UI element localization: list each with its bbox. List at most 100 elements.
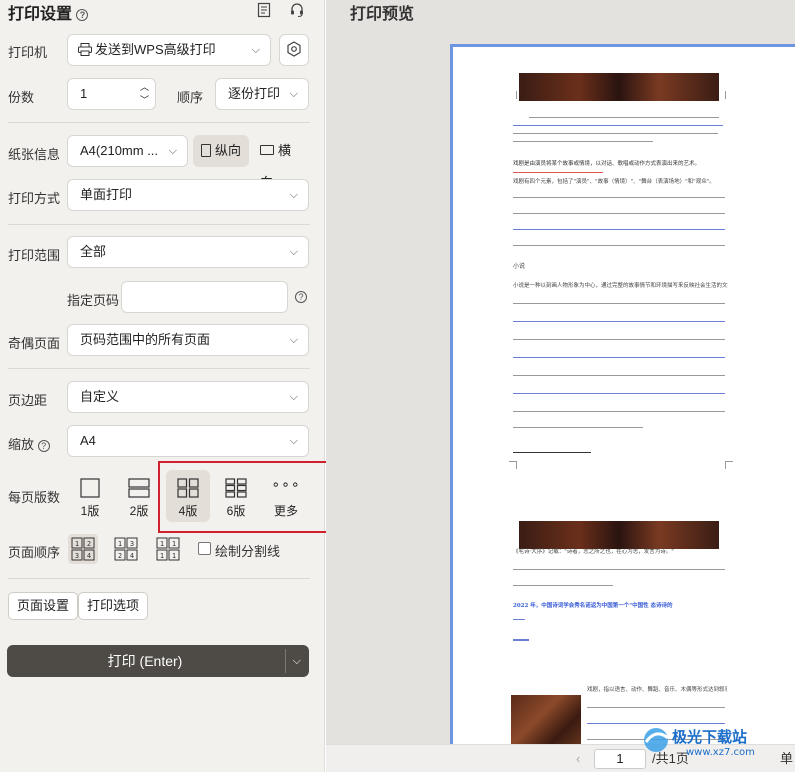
svg-text:极光下载站: 极光下载站: [672, 728, 747, 746]
print-options-button[interactable]: 打印选项: [78, 592, 149, 620]
page-number-value: 1: [616, 751, 624, 766]
print-mode-label: 打印方式: [8, 191, 61, 206]
text-line: [513, 133, 718, 134]
layout-2-option[interactable]: 2版: [117, 470, 161, 522]
text-line: [529, 117, 719, 118]
text-line: [513, 569, 725, 570]
text-line: [513, 213, 725, 214]
divider: [8, 224, 310, 225]
order-label: 顺序: [177, 90, 204, 105]
odd-even-select[interactable]: 页码范围中的所有页面 ⌵: [67, 324, 309, 356]
svg-text:1: 1: [160, 552, 164, 560]
scale-value: A4: [80, 433, 96, 448]
text-line: [513, 229, 725, 230]
doc-paragraph: 《毛诗·大序》记载："诗者，志之所之也，在心为志，发言为诗。": [513, 549, 674, 555]
pages-per-sheet-label: 每页版数: [8, 490, 61, 505]
chevron-down-icon: ⌵: [289, 435, 298, 447]
page-order-repeat-option[interactable]: 1111: [153, 534, 183, 564]
order-horizontal-icon: 1 23 4: [71, 537, 95, 561]
scale-select[interactable]: A4 ⌵: [67, 425, 309, 457]
layout-2-icon: [117, 478, 161, 498]
svg-text:1: 1: [172, 552, 176, 560]
stepper-up-icon[interactable]: ︿: [140, 82, 149, 92]
site-watermark: 极光下载站 www.xz7.com: [640, 718, 790, 758]
draw-divider-label: 绘制分割线: [215, 544, 281, 559]
print-range-select[interactable]: 全部 ⌵: [67, 236, 309, 268]
text-line: [513, 303, 725, 304]
text-line: [513, 375, 725, 376]
doc-paragraph: 戏剧有四个元素，包括了"演员"、"故事（情境）"、"舞台（表演场地）"和"观众"…: [513, 179, 715, 185]
svg-text:1: 1: [75, 540, 79, 548]
copies-stepper[interactable]: 1 ︿ ﹀: [67, 78, 156, 110]
chevron-down-icon: ⌵: [251, 44, 260, 56]
copies-label: 份数: [8, 90, 35, 105]
print-mode-select[interactable]: 单面打印 ⌵: [67, 179, 309, 211]
chevron-down-icon[interactable]: ⌵: [293, 645, 301, 677]
print-button[interactable]: 打印 (Enter) ⌵: [7, 645, 309, 677]
print-button-label: 打印 (Enter): [107, 653, 183, 669]
chevron-down-icon: ⌵: [289, 246, 298, 258]
page-order-horizontal-option[interactable]: 1234: [68, 534, 98, 564]
landscape-button[interactable]: 横向: [252, 135, 310, 190]
text-underline: [513, 172, 603, 173]
svg-text:2: 2: [87, 540, 91, 548]
layout-1-label: 1版: [80, 504, 100, 518]
text-line: [513, 357, 725, 358]
layout-1-option[interactable]: 1版: [68, 470, 112, 522]
help-icon[interactable]: ?: [76, 8, 89, 21]
crop-mark: [725, 461, 733, 469]
doc-paragraph: 戏剧，指以语言、动作、舞蹈、音乐、木偶等形式达到叙事目的的舞台表演艺术的总称。: [587, 687, 727, 693]
printer-icon: [78, 37, 92, 67]
page-number-input[interactable]: 1: [594, 749, 646, 769]
headset-icon[interactable]: [289, 2, 305, 18]
order-select[interactable]: 逐份打印 ⌵: [215, 78, 309, 110]
svg-text:2: 2: [118, 552, 122, 560]
svg-text:3: 3: [130, 540, 134, 548]
text-line: [513, 585, 613, 586]
preview-title: 打印预览: [350, 6, 415, 23]
crop-mark: [509, 461, 517, 469]
margin-label: 页边距: [8, 393, 48, 408]
divider: [8, 122, 310, 123]
chevron-down-icon: ⌵: [289, 88, 298, 100]
printer-label: 打印机: [8, 45, 48, 60]
svg-text:1: 1: [118, 540, 122, 548]
svg-text:1: 1: [160, 540, 164, 548]
landscape-page-icon: [260, 145, 274, 155]
text-line: [513, 197, 725, 198]
printer-properties-button[interactable]: [279, 34, 309, 66]
previous-page-icon[interactable]: ‹: [576, 749, 580, 769]
portrait-button[interactable]: 纵向: [193, 135, 249, 167]
chevron-down-icon: ⌵: [168, 145, 177, 157]
document-icon[interactable]: [256, 2, 272, 18]
svg-text:4: 4: [87, 552, 91, 560]
divider: [8, 578, 310, 579]
layout-2-label: 2版: [129, 504, 149, 518]
print-range-label: 打印范围: [8, 248, 61, 263]
help-icon[interactable]: ?: [295, 291, 307, 303]
document-photo: [511, 695, 581, 744]
text-line: [513, 619, 525, 620]
document-banner-image: [519, 73, 719, 101]
text-line: [513, 393, 725, 394]
text-line: [587, 707, 725, 708]
help-icon[interactable]: ?: [37, 439, 50, 452]
draw-divider-checkbox[interactable]: [198, 542, 211, 555]
svg-text:1: 1: [172, 540, 176, 548]
page-spec-input[interactable]: [121, 281, 288, 313]
margin-select[interactable]: 自定义 ⌵: [67, 381, 309, 413]
page-setup-button[interactable]: 页面设置: [8, 592, 79, 620]
page-order-vertical-option[interactable]: 1324: [111, 534, 141, 564]
printer-select[interactable]: 发送到WPS高级打印 ⌵: [67, 34, 271, 66]
chevron-down-icon: ⌵: [289, 334, 298, 346]
crop-mark: [725, 91, 733, 99]
chevron-down-icon: ⌵: [289, 189, 298, 201]
copies-value: 1: [80, 86, 88, 101]
scale-label: 缩放 ?: [8, 434, 50, 453]
paper-size-select[interactable]: A4(210mm ... ⌵: [67, 135, 188, 167]
paper-label: 纸张信息: [8, 147, 61, 162]
preview-page[interactable]: 戏剧是由演员将某个故事或情境，以对话、歌唱或动作方式表演出来的艺术。 戏剧有四个…: [450, 44, 795, 744]
print-preview-area: 打印预览 戏剧是由演员将某个故事或情境，以对话、歌唱或动作方式表演出来的艺术。 …: [326, 0, 795, 772]
odd-even-label: 奇偶页面: [8, 336, 61, 351]
stepper-down-icon[interactable]: ﹀: [140, 95, 149, 105]
